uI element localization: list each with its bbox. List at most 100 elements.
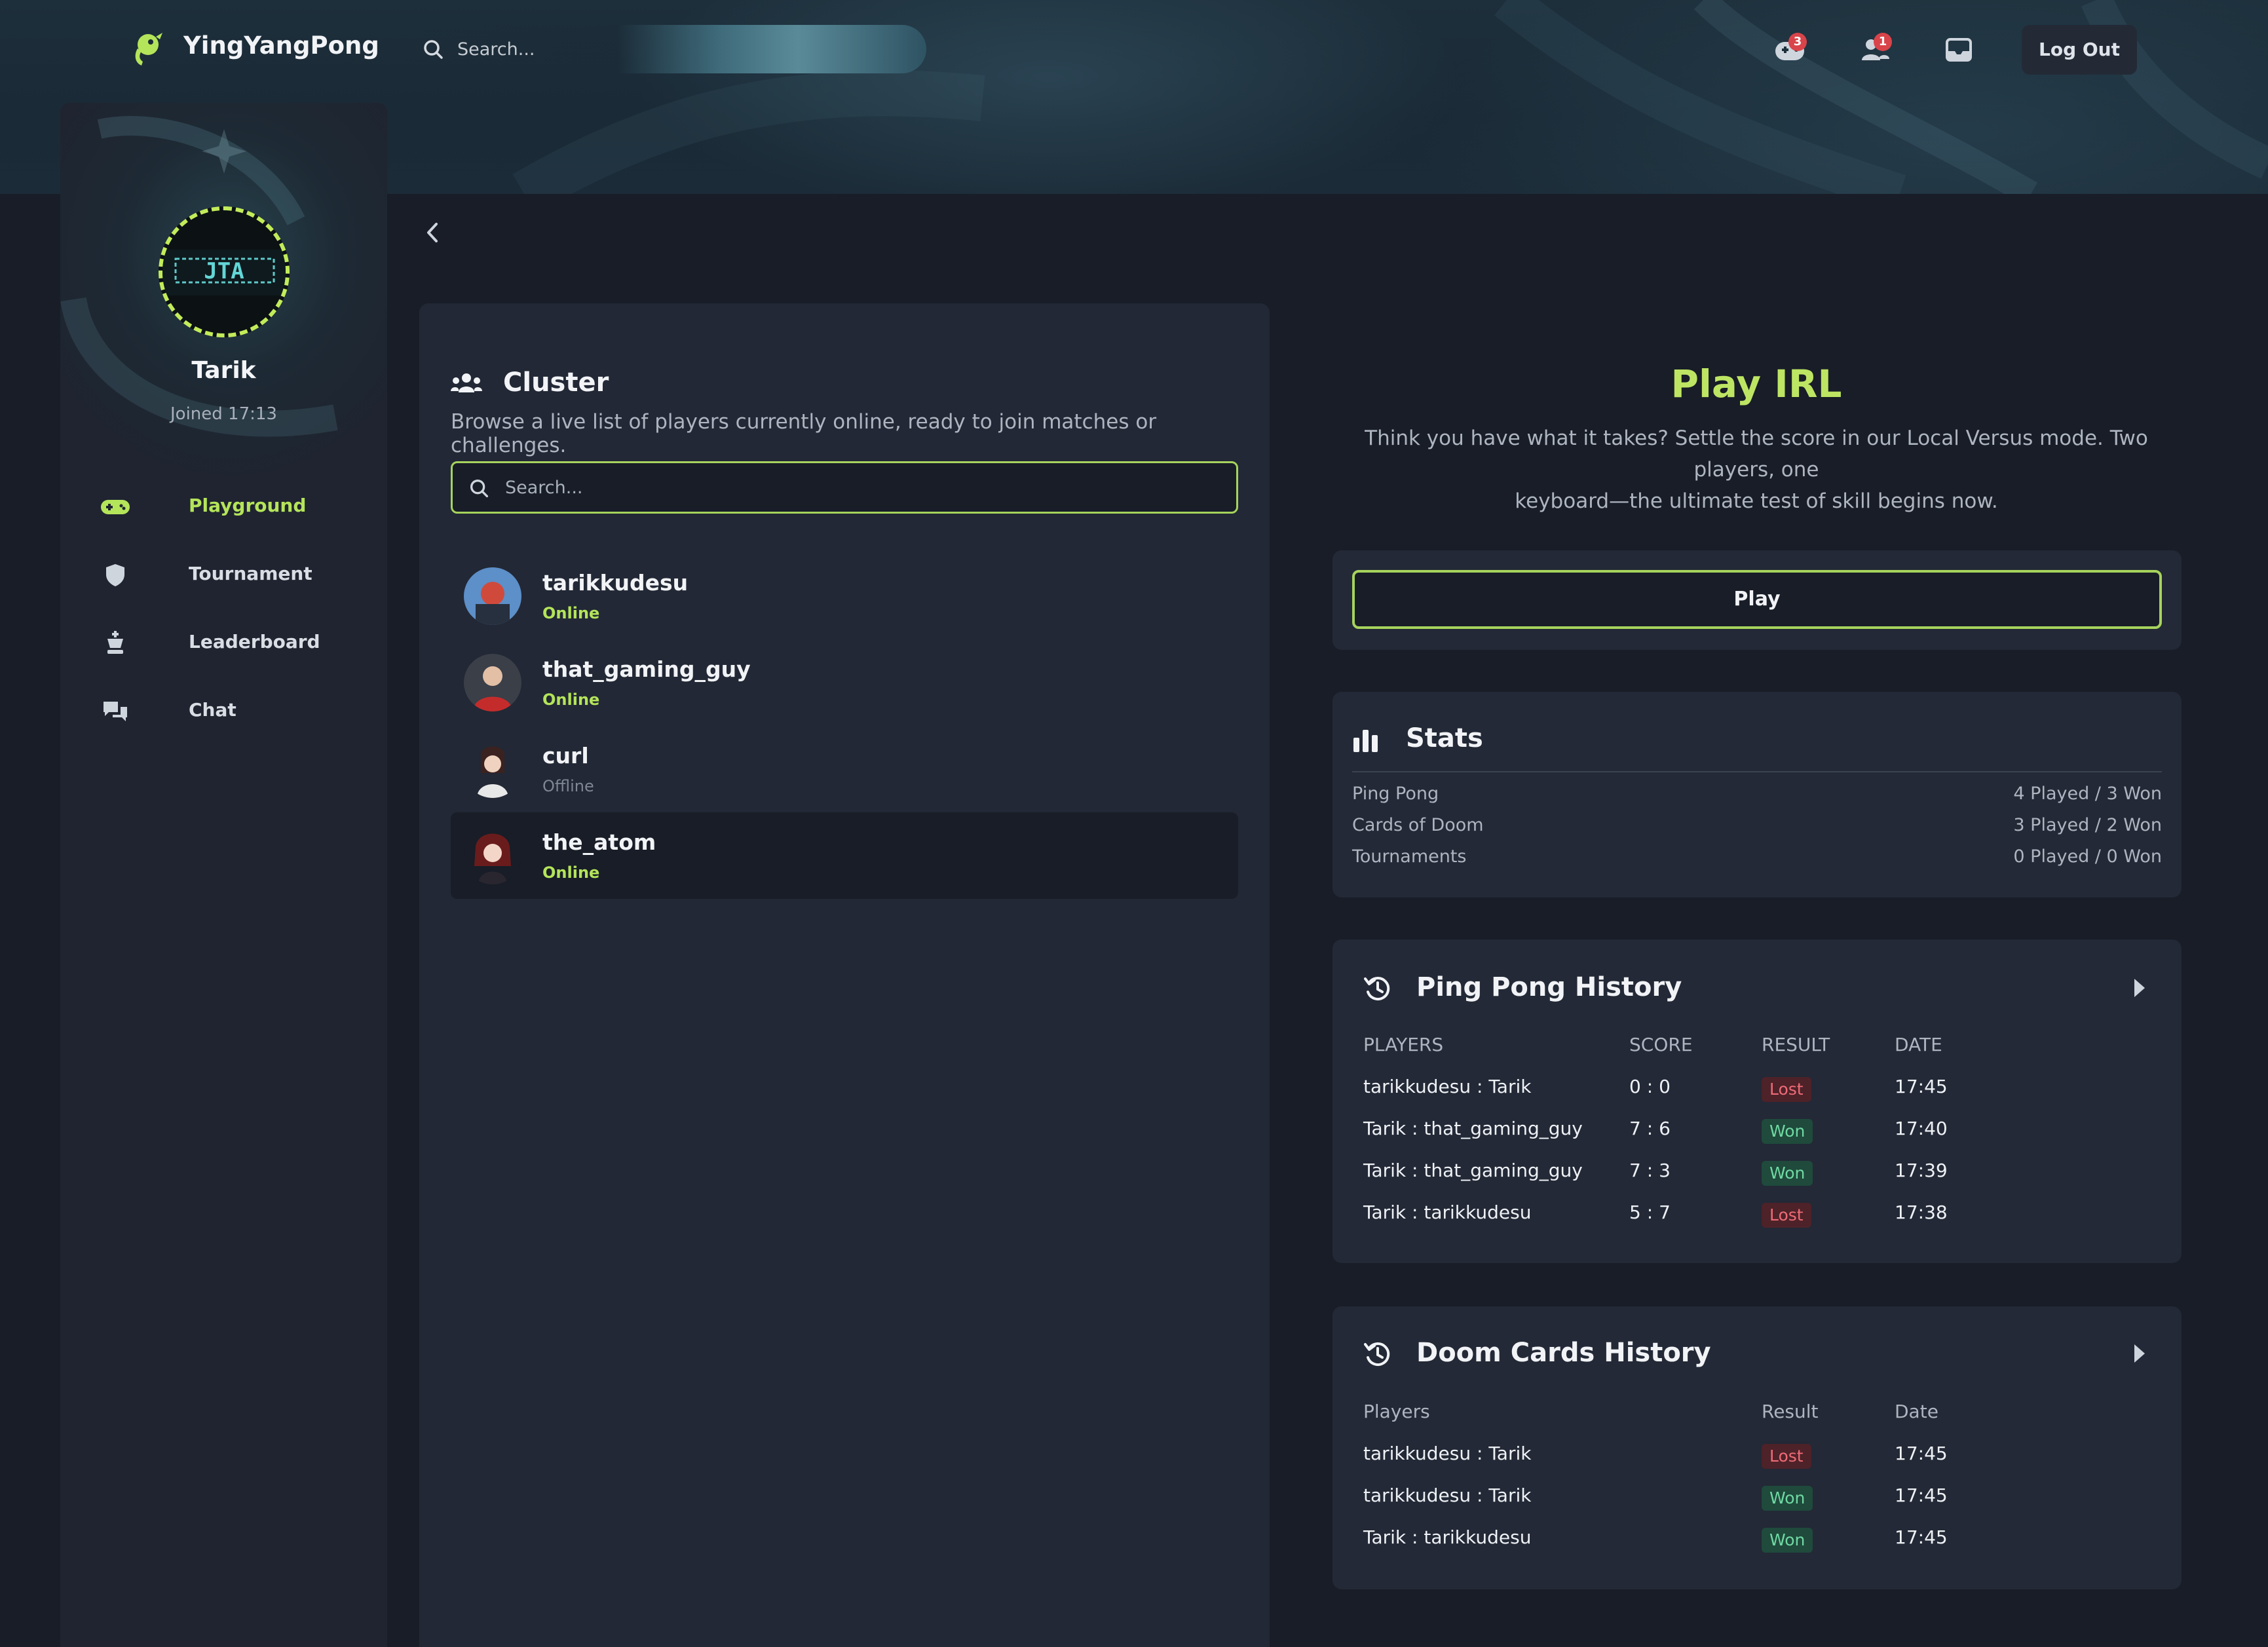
player-two: Tarik	[1488, 1076, 1532, 1097]
nav-item-leaderboard[interactable]: Leaderboard	[100, 619, 362, 665]
nav-item-tournament[interactable]: Tournament	[100, 551, 362, 597]
player-one: Tarik	[1363, 1526, 1407, 1548]
stats-value: 3 Played / 2 Won	[2013, 815, 2162, 835]
inbox-button[interactable]	[1938, 29, 1981, 69]
users-group-icon	[451, 373, 482, 392]
col-header-result: Result	[1762, 1401, 1819, 1422]
profile-avatar-image: JTA	[162, 250, 286, 295]
player-avatar	[464, 567, 521, 625]
score-two: 7	[1659, 1202, 1671, 1223]
cluster-search-input[interactable]: Search...	[451, 461, 1238, 514]
player-two: that_gaming_guy	[1424, 1118, 1583, 1139]
stats-label: Tournaments	[1352, 846, 1467, 867]
play-irl-title: Play IRL	[1671, 362, 1842, 406]
match-date: 17:38	[1895, 1202, 1948, 1223]
result-badge: Won	[1762, 1161, 1813, 1186]
score-two: 3	[1659, 1160, 1671, 1181]
nav-item-label: Tournament	[189, 563, 312, 584]
col-header-date: Date	[1895, 1401, 1938, 1422]
global-search[interactable]: Search...	[411, 25, 926, 73]
pingpong-history-title: Ping Pong History	[1416, 972, 1682, 1002]
pingpong-history-card: Ping Pong History PLAYERS SCORE RESULT D…	[1332, 939, 2182, 1263]
play-button[interactable]: Play	[1352, 570, 2162, 629]
stats-value: 4 Played / 3 Won	[2013, 784, 2162, 804]
search-icon	[424, 40, 443, 59]
stats-row: Cards of Doom 3 Played / 2 Won	[1352, 815, 2162, 835]
stats-label: Cards of Doom	[1352, 815, 1484, 835]
history-icon	[1364, 977, 1390, 1001]
chess-king-icon	[107, 631, 123, 654]
match-players: tarikkudesu : Tarik	[1363, 1076, 1532, 1097]
score-one: 5	[1629, 1202, 1641, 1223]
app-brand[interactable]: YingYangPong	[183, 31, 379, 60]
shield-icon	[106, 564, 124, 586]
doomcards-history-card: Doom Cards History Players Result Date t…	[1332, 1306, 2182, 1589]
friends-button[interactable]: 1	[1854, 29, 1897, 69]
nav-item-label: Playground	[189, 495, 307, 516]
match-players: tarikkudesu : Tarik	[1363, 1443, 1532, 1464]
match-date: 17:39	[1895, 1160, 1948, 1181]
match-date: 17:45	[1895, 1526, 1948, 1548]
match-players: Tarik : that_gaming_guy	[1363, 1160, 1583, 1181]
nav-item-label: Chat	[189, 699, 236, 721]
cluster-description: Browse a live list of players currently …	[451, 410, 1157, 457]
nav-item-chat[interactable]: Chat	[100, 687, 362, 733]
stats-row: Ping Pong 4 Played / 3 Won	[1352, 784, 2162, 804]
match-date: 17:40	[1895, 1118, 1948, 1139]
player-one: Tarik	[1363, 1160, 1407, 1181]
result-badge: Won	[1762, 1486, 1813, 1511]
player-one: tarikkudesu	[1363, 1485, 1471, 1506]
player-avatar	[464, 827, 521, 884]
result-badge: Lost	[1762, 1203, 1811, 1228]
back-chevron-icon[interactable]	[419, 216, 445, 249]
player-list-item[interactable]: the_atom Online	[451, 812, 1238, 899]
stats-divider	[1352, 771, 2162, 772]
match-score: 7 : 6	[1629, 1118, 1671, 1139]
player-one: Tarik	[1363, 1118, 1407, 1139]
match-players: Tarik : tarikkudesu	[1363, 1526, 1532, 1548]
player-list-item[interactable]: curl Offline	[451, 726, 1238, 812]
score-one: 7	[1629, 1118, 1641, 1139]
match-score: 5 : 7	[1629, 1202, 1671, 1223]
col-header-result: RESULT	[1762, 1034, 1830, 1055]
nav-item-playground[interactable]: Playground	[100, 483, 362, 529]
games-button[interactable]: 3	[1769, 29, 1812, 69]
player-name: the_atom	[542, 829, 656, 855]
global-search-placeholder: Search...	[457, 39, 535, 60]
cluster-search-placeholder: Search...	[505, 478, 583, 498]
player-list-item[interactable]: that_gaming_guy Online	[451, 639, 1238, 726]
app-logo-icon[interactable]	[127, 29, 166, 68]
result-badge: Lost	[1762, 1077, 1811, 1102]
match-score: 0 : 0	[1629, 1076, 1671, 1097]
player-name: tarikkudesu	[542, 570, 689, 596]
doomcards-history-title: Doom Cards History	[1416, 1338, 1711, 1368]
caret-right-icon[interactable]	[2129, 976, 2149, 1000]
play-irl-description-line: keyboard—the ultimate test of skill begi…	[1515, 489, 1998, 513]
col-header-score: SCORE	[1629, 1034, 1693, 1055]
profile-joined: Joined 17:13	[170, 404, 277, 424]
stats-title: Stats	[1406, 723, 1483, 753]
player-avatar	[464, 654, 521, 711]
col-header-players: PLAYERS	[1363, 1034, 1444, 1055]
chat-bubbles-icon	[104, 702, 127, 721]
col-header-players: Players	[1363, 1401, 1430, 1422]
stats-value: 0 Played / 0 Won	[2013, 846, 2162, 867]
sidebar: JTA Tarik Joined 17:13 Playground Tourna…	[60, 103, 387, 1647]
stats-card: Stats Ping Pong 4 Played / 3 Won Cards o…	[1332, 692, 2182, 898]
player-list-item[interactable]: tarikkudesu Online	[451, 553, 1238, 639]
caret-right-icon[interactable]	[2129, 1342, 2149, 1365]
profile-avatar[interactable]: JTA	[159, 206, 290, 337]
player-avatar	[464, 740, 521, 798]
nav-item-label: Leaderboard	[189, 631, 320, 653]
play-irl-description: Think you have what it takes? Settle the…	[1332, 423, 2180, 517]
player-two: Tarik	[1488, 1443, 1532, 1464]
match-date: 17:45	[1895, 1485, 1948, 1506]
friends-badge: 1	[1874, 33, 1892, 51]
history-icon	[1364, 1342, 1390, 1367]
player-one: tarikkudesu	[1363, 1076, 1471, 1097]
stats-row: Tournaments 0 Played / 0 Won	[1352, 846, 2162, 867]
player-name: that_gaming_guy	[542, 656, 751, 682]
logout-button[interactable]: Log Out	[2022, 25, 2137, 75]
play-card: Play	[1332, 550, 2182, 650]
match-players: tarikkudesu : Tarik	[1363, 1485, 1532, 1506]
